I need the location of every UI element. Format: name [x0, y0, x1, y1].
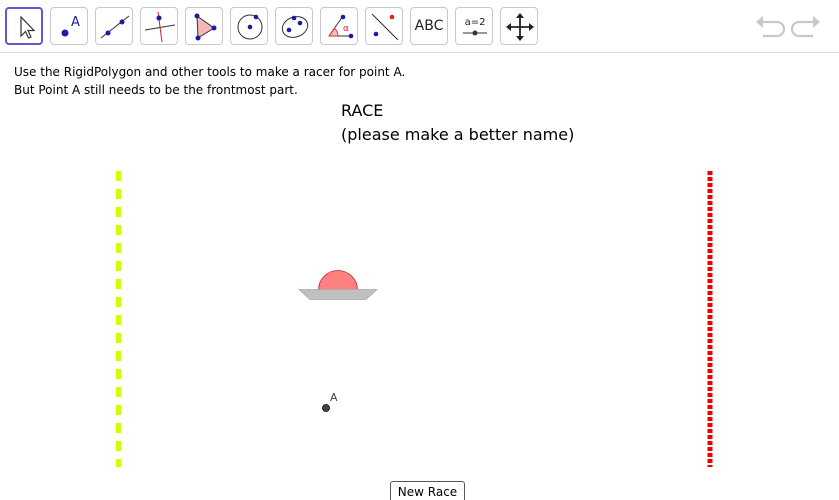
instructions-line-1: Use the RigidPolygon and other tools to … [14, 65, 406, 79]
instructions-text: Use the RigidPolygon and other tools to … [14, 63, 405, 99]
geogebra-applet: A α ABC a=2 A Use the RigidPolygon and o… [0, 0, 839, 500]
point-tool[interactable]: A [50, 7, 88, 45]
racer-dome[interactable] [318, 270, 358, 291]
line-icon [100, 15, 130, 39]
angle-icon: α [328, 14, 354, 39]
slider-icon: a=2 [463, 17, 487, 36]
reflect-icon [371, 13, 399, 41]
text-tool[interactable]: ABC [410, 7, 448, 45]
slider-tool-label: a=2 [465, 17, 486, 28]
new-race-button[interactable]: New Race [390, 481, 465, 500]
point-a-label: A [330, 391, 338, 404]
racer-base[interactable] [297, 289, 379, 300]
polygon-icon [194, 13, 217, 41]
perpendicular-line-icon [144, 11, 176, 43]
conic-tool[interactable] [275, 7, 313, 45]
circle-tool[interactable] [230, 7, 268, 45]
redo-icon [790, 16, 820, 38]
redo-button[interactable] [789, 10, 823, 42]
reflect-tool[interactable] [365, 7, 403, 45]
point-a[interactable] [322, 404, 330, 412]
angle-tool-label: α [343, 24, 349, 34]
racer-shape[interactable] [297, 270, 379, 300]
arrow-cursor-icon [20, 15, 36, 39]
line-tool[interactable] [95, 7, 133, 45]
point-icon: A [61, 15, 80, 37]
undo-icon [756, 16, 786, 38]
ellipse-icon [281, 15, 309, 38]
race-title-line-2: (please make a better name) [341, 125, 575, 144]
move-graphics-tool[interactable] [500, 7, 538, 45]
race-title: RACE (please make a better name) [341, 99, 574, 147]
polygon-tool[interactable] [185, 7, 223, 45]
angle-tool[interactable]: α [320, 7, 358, 45]
move-arrows-icon [506, 13, 534, 41]
text-icon: ABC [414, 18, 444, 34]
circle-icon [237, 14, 263, 40]
toolbar: A α ABC a=2 [0, 0, 839, 53]
instructions-line-2: But Point A still needs to be the frontm… [14, 83, 298, 97]
perpendicular-line-tool[interactable] [140, 7, 178, 45]
point-tool-label: A [71, 15, 80, 30]
race-title-line-1: RACE [341, 101, 384, 120]
move-tool[interactable] [5, 7, 43, 45]
slider-tool[interactable]: a=2 [455, 7, 493, 45]
undo-button[interactable] [753, 10, 787, 42]
